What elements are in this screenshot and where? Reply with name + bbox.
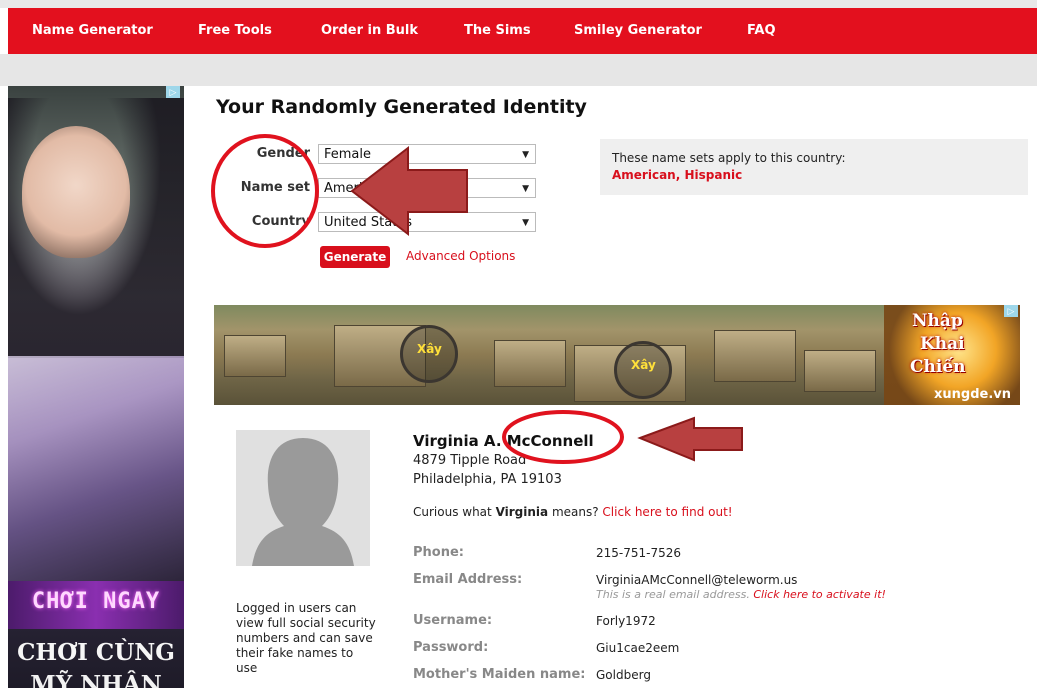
banner-logo-line: Khai xyxy=(920,334,965,354)
maiden-name-label: Mother's Maiden name: xyxy=(413,667,586,682)
banner-logo-line: Chiến xyxy=(910,357,966,377)
chevron-down-icon: ▼ xyxy=(522,184,529,194)
email-note-text: This is a real email address. xyxy=(596,588,754,601)
info-text: These name sets apply to this country: xyxy=(612,151,846,165)
email-value: VirginiaAMcConnell@teleworm.us xyxy=(596,573,798,587)
advanced-options-link[interactable]: Advanced Options xyxy=(406,249,515,263)
email-note: This is a real email address. Click here… xyxy=(596,588,886,601)
curious-prefix: Curious what xyxy=(413,505,496,519)
address-line-1: 4879 Tipple Road xyxy=(413,453,527,468)
country-select-value: United States xyxy=(324,215,413,230)
maiden-name-value: Goldberg xyxy=(596,668,651,682)
gender-select-value: Female xyxy=(324,147,372,162)
subheader-band xyxy=(0,54,1037,86)
adchoices-icon[interactable]: ▷ xyxy=(166,86,180,98)
curious-suffix: means? xyxy=(548,505,603,519)
chevron-down-icon: ▼ xyxy=(522,218,529,228)
identity-name: Virginia A. McConnell xyxy=(413,432,594,450)
address-line-2: Philadelphia, PA 19103 xyxy=(413,472,562,487)
password-label: Password: xyxy=(413,640,489,655)
nav-name-generator[interactable]: Name Generator xyxy=(32,8,153,62)
main-nav: Name Generator Free Tools Order in Bulk … xyxy=(8,8,1037,62)
banner-building xyxy=(224,335,286,377)
banner-building xyxy=(494,340,566,387)
logged-in-note: Logged in users can view full social sec… xyxy=(236,601,376,675)
page-title: Your Randomly Generated Identity xyxy=(216,96,587,118)
gender-label: Gender xyxy=(256,146,310,161)
activate-email-link[interactable]: Click here to activate it! xyxy=(753,588,886,601)
nameset-info-box: These name sets apply to this country: A… xyxy=(600,139,1028,195)
banner-build-label: Xây xyxy=(417,342,442,356)
nav-free-tools[interactable]: Free Tools xyxy=(198,8,272,54)
nav-smiley-generator[interactable]: Smiley Generator xyxy=(574,8,702,54)
ad-headline-1: CHƠI CÙNG xyxy=(17,639,175,666)
username-value: Forly1972 xyxy=(596,614,656,628)
banner-build-button[interactable]: Xây xyxy=(614,341,672,399)
ad-model-image xyxy=(22,126,130,258)
banner-advertisement[interactable]: Xây Xây Nhập Khai Chiến xungde.vn ▷ xyxy=(214,305,1020,405)
banner-building xyxy=(804,350,876,392)
password-value: Giu1cae2eem xyxy=(596,641,680,655)
banner-logo-line: Nhập xyxy=(912,311,963,331)
person-silhouette-icon xyxy=(236,430,370,566)
left-advertisement[interactable]: ▷ CHƠI NGAY CHƠI CÙNG MỸ NHÂN xyxy=(8,86,184,688)
country-select[interactable]: United States ▼ xyxy=(318,212,536,232)
nameset-select[interactable]: American ▼ xyxy=(318,178,536,198)
ad-cta-text[interactable]: CHƠI NGAY xyxy=(8,589,184,614)
name-meaning-link[interactable]: Click here to find out! xyxy=(602,505,732,519)
banner-build-button[interactable]: Xây xyxy=(400,325,458,383)
email-label: Email Address: xyxy=(413,572,523,587)
gender-select[interactable]: Female ▼ xyxy=(318,144,536,164)
nav-faq[interactable]: FAQ xyxy=(747,8,776,54)
nav-the-sims[interactable]: The Sims xyxy=(464,8,531,54)
info-nameset-links[interactable]: American, Hispanic xyxy=(612,168,742,182)
banner-build-label: Xây xyxy=(631,358,656,372)
nav-order-in-bulk[interactable]: Order in Bulk xyxy=(321,8,418,54)
avatar xyxy=(236,430,370,566)
chevron-down-icon: ▼ xyxy=(522,150,529,160)
phone-value: 215-751-7526 xyxy=(596,546,682,560)
nameset-select-value: American xyxy=(324,181,386,196)
banner-building xyxy=(714,330,796,382)
name-meaning-line: Curious what Virginia means? Click here … xyxy=(413,505,733,519)
ad-headline-2: MỸ NHÂN xyxy=(30,671,162,688)
top-strip xyxy=(0,0,1037,8)
country-label: Country xyxy=(251,214,310,229)
banner-site-name: xungde.vn xyxy=(934,387,1011,402)
annotation-arrow-left-icon xyxy=(637,416,743,462)
generate-button[interactable]: Generate xyxy=(320,246,390,268)
username-label: Username: xyxy=(413,613,493,628)
nameset-label: Name set xyxy=(240,180,310,195)
ad-dress-graphic xyxy=(8,356,184,586)
adchoices-icon[interactable]: ▷ xyxy=(1004,305,1018,317)
curious-name: Virginia xyxy=(495,505,549,519)
phone-label: Phone: xyxy=(413,545,464,560)
